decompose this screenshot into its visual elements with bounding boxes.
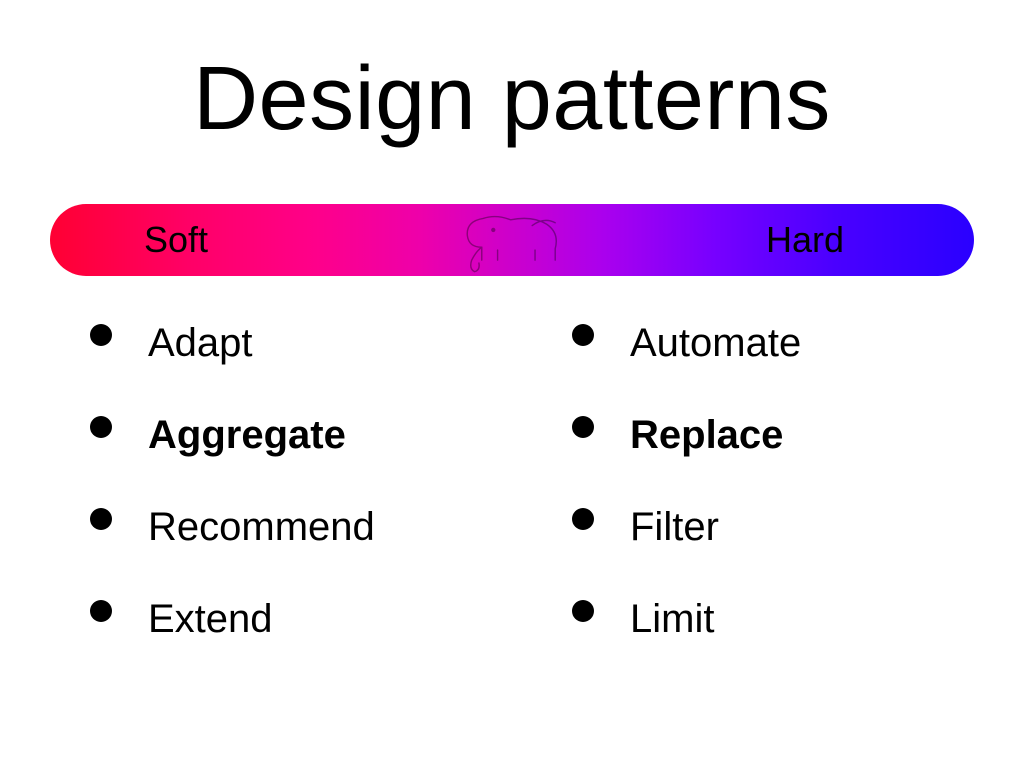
list-item-text: Adapt — [148, 321, 253, 365]
list-item-text: Automate — [630, 321, 801, 365]
list-item: Aggregate — [90, 412, 512, 458]
list-item: Limit — [572, 596, 1024, 642]
slide-title: Design patterns — [0, 48, 1024, 151]
list-item-text: Extend — [148, 597, 273, 641]
soft-list: Adapt Aggregate Recommend Extend — [90, 320, 512, 642]
spectrum-label-hard: Hard — [766, 219, 844, 261]
soft-column: Adapt Aggregate Recommend Extend — [0, 320, 512, 688]
content-columns: Adapt Aggregate Recommend Extend Automat… — [0, 320, 1024, 688]
list-item-text: Filter — [630, 505, 719, 549]
list-item: Replace — [572, 412, 1024, 458]
list-item: Recommend — [90, 504, 512, 550]
list-item: Filter — [572, 504, 1024, 550]
hard-list: Automate Replace Filter Limit — [572, 320, 1024, 642]
list-item-text: Aggregate — [148, 413, 346, 457]
list-item-text: Limit — [630, 597, 714, 641]
list-item: Adapt — [90, 320, 512, 366]
list-item: Automate — [572, 320, 1024, 366]
spectrum-label-soft: Soft — [144, 219, 208, 261]
hard-column: Automate Replace Filter Limit — [512, 320, 1024, 688]
list-item-text: Recommend — [148, 505, 375, 549]
spectrum-bar: Soft Hard — [50, 204, 974, 276]
list-item-text: Replace — [630, 413, 783, 457]
list-item: Extend — [90, 596, 512, 642]
slide: Design patterns Soft Hard Adapt Aggregat — [0, 0, 1024, 768]
